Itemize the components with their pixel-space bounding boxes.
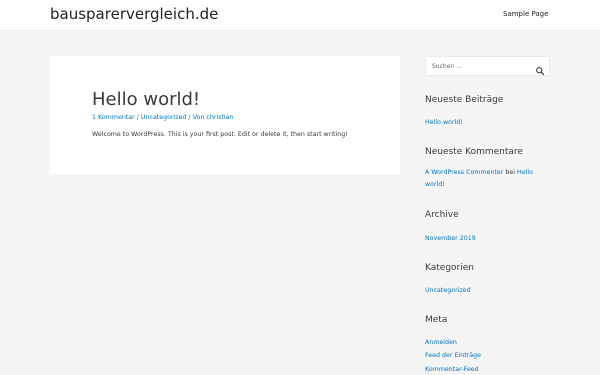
post-meta: 1 Kommentar / Uncategorized / Von christ… — [92, 114, 234, 121]
meta-link-entries-feed[interactable]: Feed der Einträge — [425, 352, 481, 359]
archive-link[interactable]: November 2019 — [425, 235, 476, 242]
meta-link-comments-feed[interactable]: Kommentar-Feed — [425, 366, 479, 373]
post-title[interactable]: Hello world! — [92, 89, 200, 111]
author-link[interactable]: christian — [206, 114, 233, 121]
widget-title-recent-posts: Neueste Beiträge — [425, 95, 504, 105]
comments-link[interactable]: 1 Kommentar — [92, 114, 135, 121]
category-link[interactable]: Uncategorized — [141, 114, 187, 121]
meta-separator: / — [136, 114, 139, 121]
nav-item-sample-page[interactable]: Sample Page — [503, 10, 548, 18]
search-form — [425, 56, 550, 76]
comment-connector: bei — [505, 169, 516, 176]
category-widget-link[interactable]: Uncategorized — [425, 287, 471, 294]
author-prefix: Von — [192, 114, 205, 121]
site-header: bausparervergleich.de Sample Page — [0, 0, 600, 31]
comment-author-link[interactable]: A WordPress Commenter — [425, 169, 503, 176]
site-title-link[interactable]: bausparervergleich.de — [50, 4, 218, 24]
meta-separator: / — [188, 114, 191, 121]
comment-post-link[interactable]: Hello — [517, 169, 533, 176]
recent-post-link[interactable]: Hello world! — [425, 119, 463, 126]
post-body: Welcome to WordPress. This is your first… — [92, 131, 348, 138]
widget-title-categories: Kategorien — [425, 263, 474, 273]
recent-comment-entry: A WordPress Commenter bei Hello world! — [425, 167, 550, 191]
comment-post-link-continued[interactable]: world! — [425, 181, 445, 188]
widget-title-meta: Meta — [425, 315, 448, 325]
post-card: Hello world! 1 Kommentar / Uncategorized… — [50, 56, 400, 174]
meta-link-login[interactable]: Anmelden — [425, 339, 457, 346]
search-input[interactable] — [426, 57, 531, 75]
widget-title-archive: Archive — [425, 210, 459, 220]
search-icon[interactable] — [535, 61, 545, 75]
widget-title-recent-comments: Neueste Kommentare — [425, 147, 523, 157]
